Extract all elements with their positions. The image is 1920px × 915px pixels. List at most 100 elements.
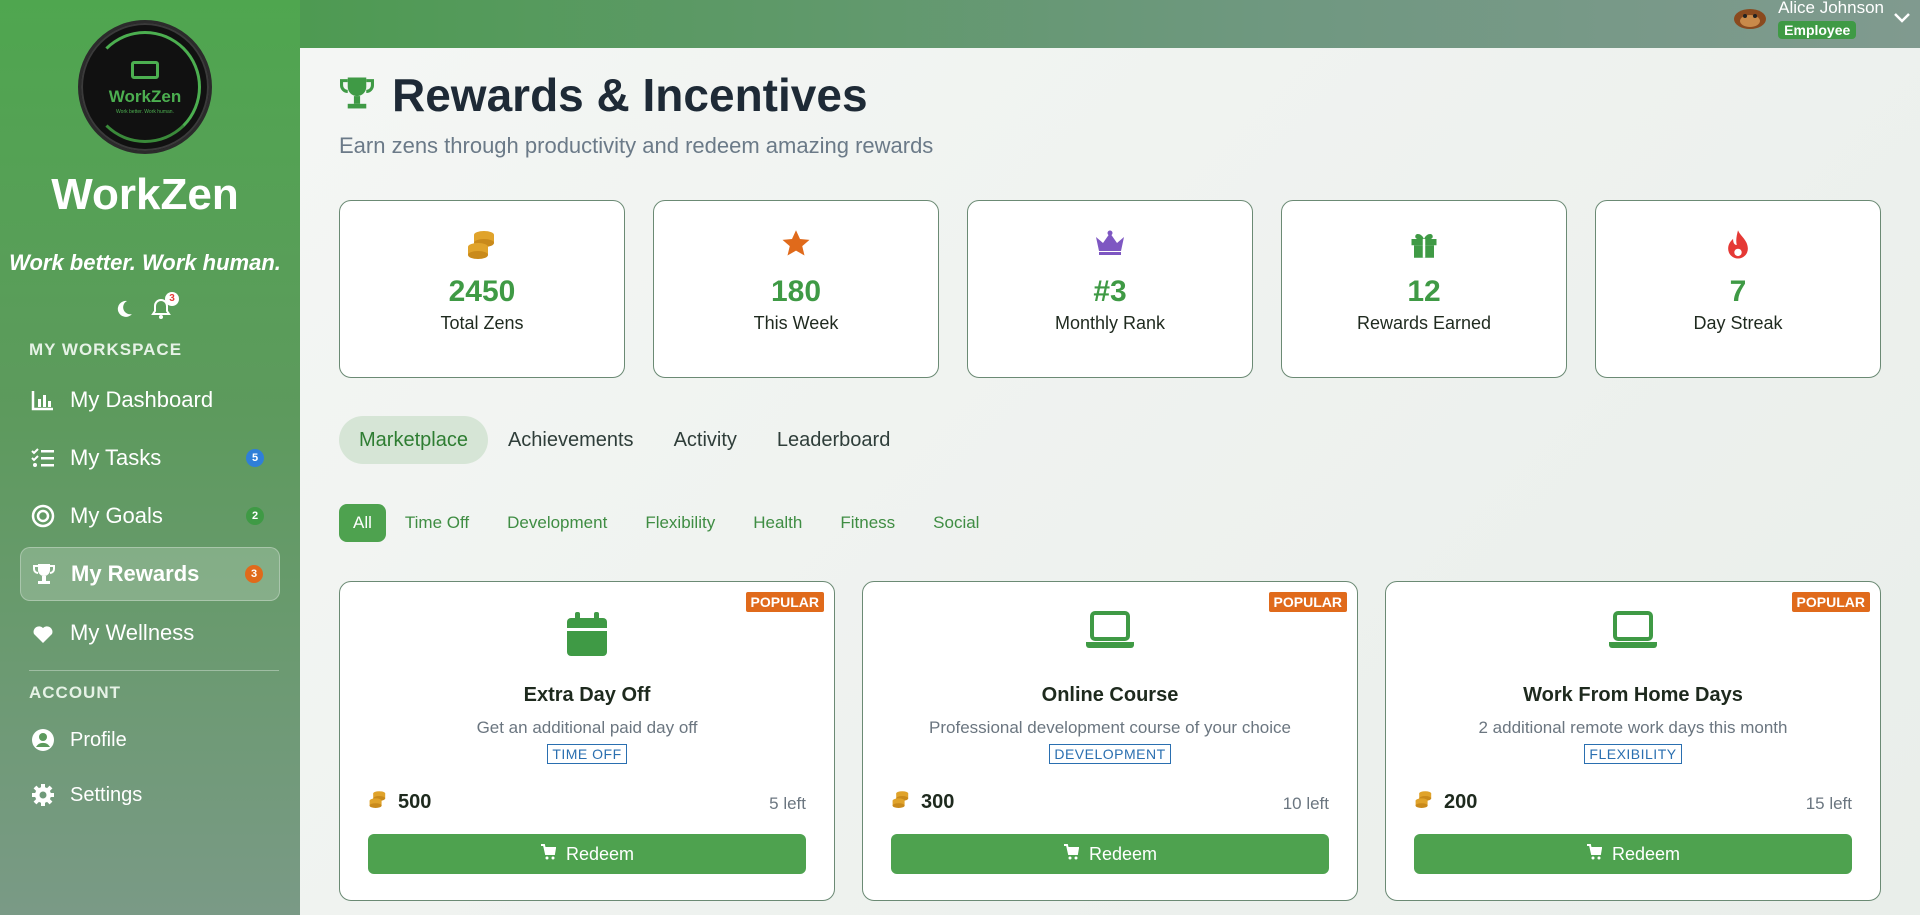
stat-label: Day Streak <box>1693 313 1783 333</box>
trophy-icon <box>31 561 57 587</box>
sidebar-divider <box>29 670 279 671</box>
sidebar-item-label: Settings <box>70 783 143 806</box>
stat-label: Rewards Earned <box>1356 313 1492 333</box>
page-title: Rewards & Incentives <box>392 69 868 121</box>
gift-icon <box>1282 229 1566 261</box>
reward-title: Extra Day Off <box>523 684 651 706</box>
stock-left: 15 left <box>1805 794 1852 813</box>
stat-label: Monthly Rank <box>1054 313 1166 333</box>
stat-label: This Week <box>753 313 839 333</box>
filter-social[interactable]: Social <box>914 504 998 542</box>
stat-value: 12 <box>1407 275 1441 308</box>
notification-badge: 3 <box>165 292 179 306</box>
category-filters: All Time Off Development Flexibility Hea… <box>339 504 998 542</box>
sidebar-item-tasks[interactable]: My Tasks 5 <box>20 431 280 485</box>
laptop-icon <box>1386 610 1880 650</box>
tasks-count-badge: 5 <box>246 449 264 467</box>
stat-card-monthly-rank: #3 Monthly Rank <box>967 200 1253 378</box>
user-circle-icon <box>30 727 56 753</box>
page-subtitle: Earn zens through productivity and redee… <box>339 133 934 158</box>
stat-value: 2450 <box>448 275 516 308</box>
stat-card-day-streak: 7 Day Streak <box>1595 200 1881 378</box>
category-tag: DEVELOPMENT <box>1049 744 1171 764</box>
reward-cost: 500 <box>368 790 431 814</box>
sidebar-item-dashboard[interactable]: My Dashboard <box>20 373 280 427</box>
tab-achievements[interactable]: Achievements <box>488 416 654 464</box>
stat-card-rewards-earned: 12 Rewards Earned <box>1281 200 1567 378</box>
logo[interactable]: WorkZen Work better. Work human. <box>78 20 212 154</box>
popular-badge: POPULAR <box>745 592 824 612</box>
brand-name: WorkZen <box>51 170 239 219</box>
redeem-label: Redeem <box>1611 843 1681 864</box>
cost-value: 300 <box>921 790 955 813</box>
redeem-label: Redeem <box>565 843 635 864</box>
sidebar-item-label: My Wellness <box>70 620 195 645</box>
coins-icon <box>1414 790 1434 814</box>
cart-icon <box>1063 843 1080 865</box>
stat-label: Total Zens <box>440 313 524 333</box>
stat-card-this-week: 180 This Week <box>653 200 939 378</box>
sidebar-item-rewards[interactable]: My Rewards 3 <box>20 547 280 601</box>
chevron-down-icon[interactable] <box>1894 10 1910 28</box>
category-tag: FLEXIBILITY <box>1584 744 1682 764</box>
main-content: Rewards & Incentives Earn zens through p… <box>300 48 1920 915</box>
popular-badge: POPULAR <box>1268 592 1347 612</box>
sidebar-item-goals[interactable]: My Goals 2 <box>20 489 280 543</box>
star-icon <box>654 229 938 261</box>
tab-marketplace[interactable]: Marketplace <box>339 416 488 464</box>
calendar-icon <box>340 610 834 658</box>
rewards-count-badge: 3 <box>245 565 263 583</box>
coins-icon <box>340 229 624 261</box>
reward-description: Get an additional paid day off <box>476 718 698 737</box>
tab-activity[interactable]: Activity <box>654 416 757 464</box>
sidebar: WorkZen Work better. Work human. WorkZen… <box>0 0 300 915</box>
reward-cost: 300 <box>891 790 954 814</box>
cart-icon <box>1586 843 1603 865</box>
stat-value: 180 <box>770 275 822 308</box>
reward-title: Work From Home Days <box>1523 684 1743 706</box>
laptop-icon <box>863 610 1357 650</box>
popular-badge: POPULAR <box>1791 592 1870 612</box>
filter-health[interactable]: Health <box>734 504 821 542</box>
stat-value: #3 <box>1093 275 1127 308</box>
filter-fitness[interactable]: Fitness <box>821 504 914 542</box>
sidebar-item-wellness[interactable]: My Wellness <box>20 606 280 660</box>
logo-text: WorkZen <box>108 87 182 106</box>
sidebar-item-label: My Tasks <box>70 445 162 470</box>
stock-left: 5 left <box>769 794 806 813</box>
moon-icon[interactable] <box>115 300 133 318</box>
stat-card-total-zens: 2450 Total Zens <box>339 200 625 378</box>
stock-left: 10 left <box>1282 794 1329 813</box>
quick-actions: 3 <box>115 292 179 320</box>
section-label-workspace: MY WORKSPACE <box>29 340 183 359</box>
filter-all[interactable]: All <box>339 504 386 542</box>
cart-icon <box>540 843 557 865</box>
sidebar-item-label: My Rewards <box>71 561 200 586</box>
redeem-button[interactable]: Redeem <box>368 834 806 874</box>
reward-title: Online Course <box>1041 684 1179 706</box>
tab-leaderboard[interactable]: Leaderboard <box>757 416 910 464</box>
stat-value: 7 <box>1729 275 1747 308</box>
sidebar-item-profile[interactable]: Profile <box>20 713 280 767</box>
gear-icon <box>30 782 56 808</box>
bell-icon[interactable]: 3 <box>151 292 179 320</box>
heart-icon <box>30 620 56 646</box>
avatar <box>1732 4 1768 30</box>
sidebar-item-label: Profile <box>70 728 127 751</box>
redeem-button[interactable]: Redeem <box>891 834 1329 874</box>
top-bar: Alice Johnson Employee <box>300 0 1920 48</box>
user-name: Alice Johnson <box>1778 0 1884 17</box>
user-menu[interactable]: Alice Johnson Employee <box>1732 0 1910 40</box>
filter-development[interactable]: Development <box>488 504 626 542</box>
sidebar-item-settings[interactable]: Settings <box>20 768 280 822</box>
filter-time-off[interactable]: Time Off <box>386 504 488 542</box>
filter-flexibility[interactable]: Flexibility <box>626 504 734 542</box>
reward-description: 2 additional remote work days this month <box>1478 718 1788 737</box>
cost-value: 500 <box>398 790 432 813</box>
crown-icon <box>968 229 1252 261</box>
tasks-list-icon <box>30 445 56 471</box>
goals-count-badge: 2 <box>246 507 264 525</box>
reward-description: Professional development course of your … <box>929 718 1291 737</box>
reward-cost: 200 <box>1414 790 1477 814</box>
redeem-button[interactable]: Redeem <box>1414 834 1852 874</box>
